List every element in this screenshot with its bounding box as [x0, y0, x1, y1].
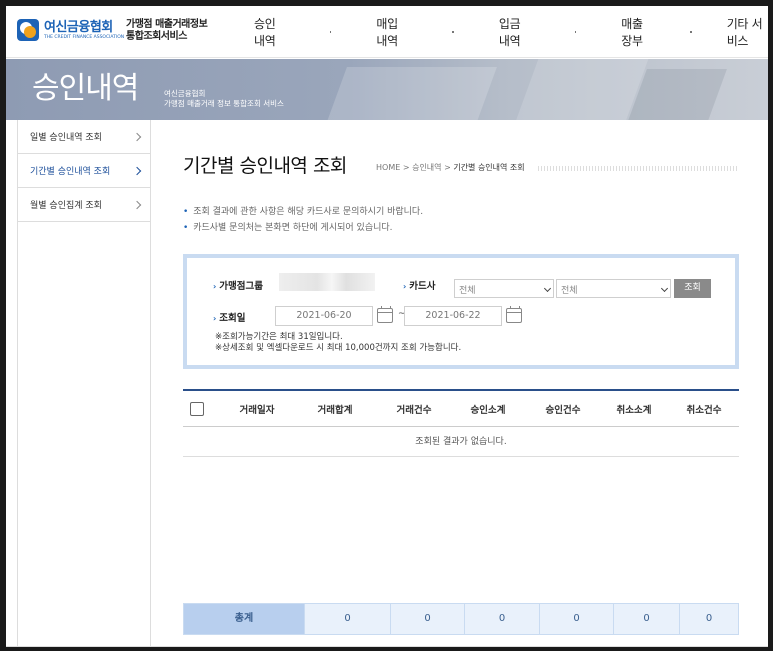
- empty-message: 조회된 결과가 없습니다.: [183, 427, 739, 457]
- merchant-group-value-redacted[interactable]: [279, 273, 375, 291]
- search-button[interactable]: 조회: [674, 279, 711, 298]
- nav-other-services[interactable]: 기타 서비스: [727, 15, 768, 49]
- column-header: 승인소계: [470, 404, 506, 416]
- chevron-right-icon: [132, 200, 142, 209]
- sidebar-item-label: 기간별 승인내역 조회: [30, 167, 111, 177]
- calendar-icon[interactable]: [506, 306, 522, 323]
- page-title: 기간별 승인내역 조회: [183, 155, 347, 177]
- notice-list: • 조회 결과에 관한 사항은 해당 카드사로 문의하시기 바랍니다. • 카드…: [183, 204, 423, 236]
- chevron-down-icon: [660, 284, 669, 293]
- sidebar-item-daily-approval[interactable]: 일별 승인내역 조회: [18, 120, 150, 154]
- table-header: 거래일자 거래합계 거래건수 승인소계 승인건수 취소소계 취소건수: [183, 389, 739, 427]
- card-company-label: › 카드사: [403, 281, 436, 292]
- breadcrumb-home[interactable]: HOME: [376, 163, 400, 172]
- service-name: 가맹점 매출거래정보 통합조회서비스: [126, 19, 208, 42]
- logo[interactable]: 여신금융협회 THE CREDIT FINANCE ASSOCIATION: [17, 19, 124, 41]
- total-transaction-count: 0: [391, 604, 465, 634]
- top-header: 여신금융협회 THE CREDIT FINANCE ASSOCIATION 가맹…: [6, 6, 768, 58]
- column-header: 취소건수: [686, 404, 722, 416]
- column-header: 취소소계: [616, 404, 652, 416]
- chevron-right-icon: [132, 166, 142, 175]
- breadcrumb-current: 기간별 승인내역 조회: [453, 163, 525, 172]
- total-cancel-count: 0: [680, 604, 738, 634]
- logo-mark-icon: [17, 19, 39, 41]
- nav-deposit[interactable]: 입금내역: [499, 15, 530, 49]
- browser-page: 여신금융협회 THE CREDIT FINANCE ASSOCIATION 가맹…: [6, 6, 768, 647]
- calendar-icon[interactable]: [377, 306, 393, 323]
- merchant-group-label: › 가맹점그룹: [213, 281, 263, 292]
- section-banner: 승인내역 여신금융협회 가맹점 매출거래 정보 통합조회 서비스: [6, 59, 768, 120]
- logo-english-name: THE CREDIT FINANCE ASSOCIATION: [44, 34, 125, 40]
- breadcrumb-approval[interactable]: 승인내역: [412, 163, 441, 172]
- sidebar-item-label: 월별 승인집계 조회: [30, 201, 102, 211]
- sidebar-item-label: 일별 승인내역 조회: [30, 133, 102, 143]
- card-sub-select[interactable]: 전체: [556, 279, 671, 298]
- totals-label: 총계: [184, 604, 305, 634]
- results-table: 거래일자 거래합계 거래건수 승인소계 승인건수 취소소계 취소건수 조회된 결…: [183, 389, 739, 457]
- breadcrumb: HOME > 승인내역 > 기간별 승인내역 조회: [376, 163, 525, 172]
- total-transaction-sum: 0: [305, 604, 391, 634]
- column-header: 승인건수: [545, 404, 581, 416]
- column-header: 거래일자: [239, 404, 275, 416]
- search-hint: ※조회가능기간은 최대 31일입니다. ※상세조회 및 엑셀다운로드 시 최대 …: [215, 332, 462, 353]
- total-approval-count: 0: [540, 604, 614, 634]
- date-to-input[interactable]: 2021-06-22: [404, 306, 502, 326]
- select-all-checkbox[interactable]: [190, 401, 204, 416]
- chevron-down-icon: [543, 284, 552, 293]
- search-form: › 가맹점그룹 › 카드사 전체 전체 조회 › 조회일 2021-06-20 ~ 2…: [183, 254, 739, 369]
- total-cancel-subtotal: 0: [614, 604, 680, 634]
- banner-subtitle: 여신금융협회 가맹점 매출거래 정보 통합조회 서비스: [164, 89, 284, 108]
- main-nav: 승인내역 매입내역 입금내역 매출장부 기타 서비스: [254, 6, 768, 58]
- sidebar-item-period-approval[interactable]: 기간별 승인내역 조회: [18, 154, 150, 188]
- nav-purchase[interactable]: 매입내역: [376, 15, 407, 49]
- nav-sales-ledger[interactable]: 매출장부: [621, 15, 652, 49]
- chevron-right-icon: [132, 132, 142, 141]
- notice-item: • 카드사별 문의처는 본화면 하단에 게시되어 있습니다.: [183, 223, 393, 233]
- nav-approval[interactable]: 승인내역: [254, 15, 285, 49]
- logo-name: 여신금융협회: [44, 19, 113, 35]
- sidebar: 일별 승인내역 조회 기간별 승인내역 조회 월별 승인집계 조회: [17, 120, 151, 647]
- total-approval-subtotal: 0: [465, 604, 540, 634]
- query-date-label: › 조회일: [213, 313, 246, 324]
- breadcrumb-divider: [538, 166, 738, 171]
- column-header: 거래건수: [396, 404, 432, 416]
- notice-item: • 조회 결과에 관한 사항은 해당 카드사로 문의하시기 바랍니다.: [183, 207, 424, 217]
- totals-row: 총계 0 0 0 0 0 0: [183, 603, 739, 635]
- column-header: 거래합계: [317, 404, 353, 416]
- date-from-input[interactable]: 2021-06-20: [275, 306, 373, 326]
- banner-title: 승인내역: [32, 71, 139, 106]
- card-company-select[interactable]: 전체: [454, 279, 554, 298]
- sidebar-item-monthly-summary[interactable]: 월별 승인집계 조회: [18, 188, 150, 222]
